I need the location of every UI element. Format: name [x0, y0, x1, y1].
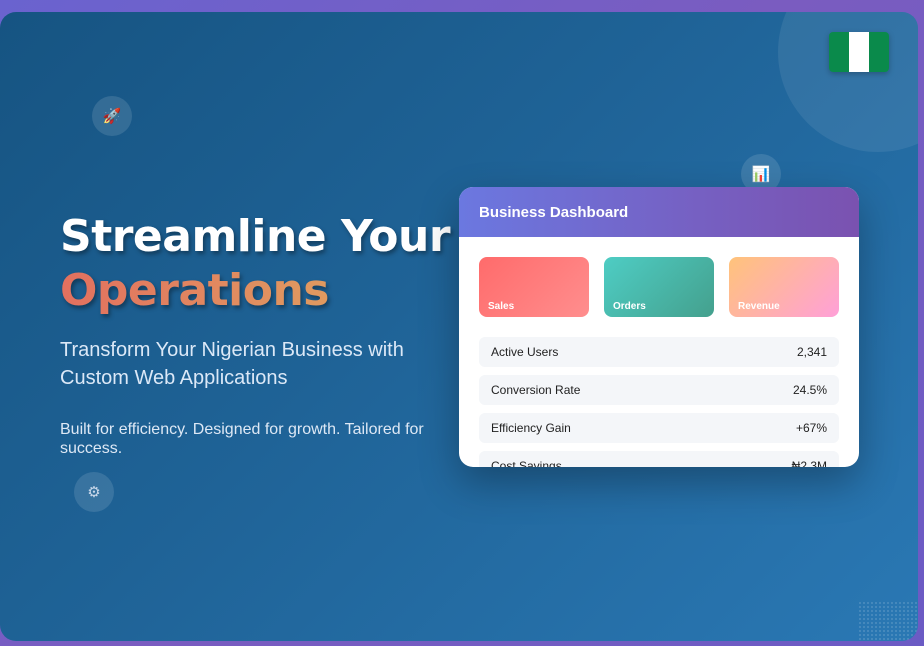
metric-row: Conversion Rate 24.5%: [479, 375, 839, 405]
hero-title-line1: Streamline Your: [60, 211, 451, 262]
metric-row: Cost Savings ₦2.3M: [479, 451, 839, 467]
metric-value: 24.5%: [792, 383, 827, 397]
metric-label: Active Users: [491, 345, 559, 359]
dashboard-card: Business Dashboard Sales Orders Revenue …: [459, 187, 859, 467]
hero-title: Streamline Your Operations: [60, 210, 480, 318]
stat-box-row: Sales Orders Revenue: [459, 237, 859, 317]
dashboard-header: Business Dashboard: [459, 187, 859, 237]
metric-value: +67%: [795, 421, 827, 435]
metric-label: Cost Savings: [491, 459, 562, 467]
metric-value: ₦2.3M: [791, 459, 827, 467]
rocket-icon: 🚀: [92, 96, 132, 136]
metrics-list: Active Users 2,341 Conversion Rate 24.5%…: [459, 317, 859, 467]
stat-box-label: Sales: [488, 301, 515, 312]
metric-value: 2,341: [796, 345, 827, 359]
dot-pattern: [858, 601, 918, 641]
gear-icon: ⚙: [74, 472, 114, 512]
hero-tagline: Built for efficiency. Designed for growt…: [60, 421, 424, 457]
hero-title-accent: Operations: [60, 264, 480, 318]
dashboard-title: Business Dashboard: [479, 203, 629, 221]
nigeria-flag-icon: [829, 32, 889, 72]
stat-box-label: Orders: [613, 301, 646, 312]
hero-subtitle: Transform Your Nigerian Business with Cu…: [60, 339, 404, 389]
stat-box-sales: Sales: [479, 257, 589, 317]
metric-row: Efficiency Gain +67%: [479, 413, 839, 443]
metric-row: Active Users 2,341: [479, 337, 839, 367]
metric-label: Conversion Rate: [491, 383, 581, 397]
hero-section: 🚀 📊 ⚙ Streamline Your Operations Transfo…: [0, 12, 918, 641]
stat-box-revenue: Revenue: [729, 257, 839, 317]
stat-box-orders: Orders: [604, 257, 714, 317]
stat-box-label: Revenue: [738, 301, 780, 312]
metric-label: Efficiency Gain: [491, 421, 571, 435]
